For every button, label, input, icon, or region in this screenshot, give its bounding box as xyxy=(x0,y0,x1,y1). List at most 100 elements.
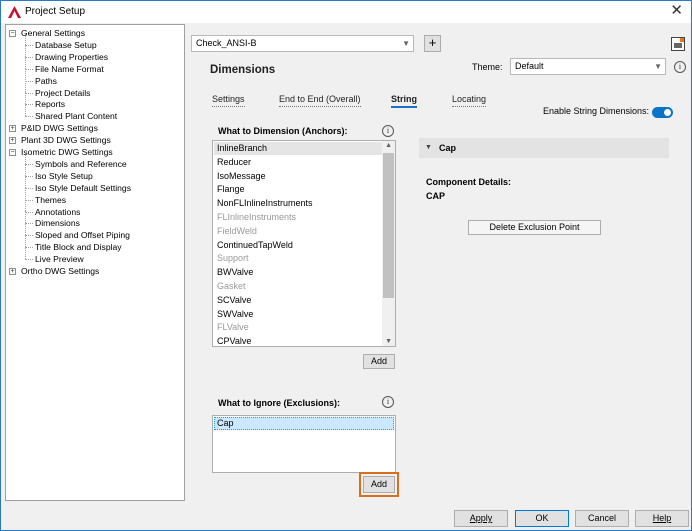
component-details-label: Component Details: xyxy=(426,177,512,187)
tree-item[interactable]: Dimensions xyxy=(35,217,80,229)
tree-item[interactable]: Reports xyxy=(35,98,65,110)
ok-button[interactable]: OK xyxy=(515,510,569,527)
tree-item[interactable]: Annotations xyxy=(35,206,80,218)
list-item-selected[interactable] xyxy=(214,417,394,430)
tree-connector xyxy=(25,175,26,188)
preview-icon[interactable] xyxy=(671,37,685,51)
tree-item[interactable]: Drawing Properties xyxy=(35,51,108,63)
apply-label: Apply xyxy=(469,513,493,523)
tab-settings[interactable]: Settings xyxy=(212,94,245,107)
tree-item[interactable]: Iso Style Default Settings xyxy=(35,182,131,194)
close-icon[interactable]: ✕ xyxy=(670,3,683,19)
tree-item-label: Plant 3D DWG Settings xyxy=(21,135,111,146)
tree-item-label: P&ID DWG Settings xyxy=(21,123,98,134)
tree-item[interactable]: File Name Format xyxy=(35,63,104,75)
theme-info-icon[interactable]: i xyxy=(674,61,686,73)
cap-section-header[interactable]: ▼ Cap xyxy=(419,138,669,158)
collapse-icon[interactable]: − xyxy=(9,29,16,37)
theme-combo[interactable]: Default ▼ xyxy=(510,58,666,75)
anchor-item[interactable]: SCValve xyxy=(217,294,251,307)
anchor-item[interactable]: InlineBranch xyxy=(217,142,267,155)
cancel-button[interactable]: Cancel xyxy=(575,510,629,527)
expand-icon[interactable]: + xyxy=(9,136,16,144)
help-label: Help xyxy=(652,513,672,523)
help-button[interactable]: Help xyxy=(635,510,689,527)
dimension-style-combo[interactable]: Check_ANSI-B ▼ xyxy=(191,35,414,52)
anchors-info-icon[interactable]: i xyxy=(382,125,394,137)
page-title: Dimensions xyxy=(210,64,276,76)
tab-string[interactable]: String xyxy=(391,94,417,108)
scroll-thumb[interactable] xyxy=(383,153,394,298)
collapse-icon[interactable]: − xyxy=(9,148,16,156)
scroll-down-icon[interactable]: ▼ xyxy=(385,338,392,345)
anchors-title: What to Dimension (Anchors): xyxy=(218,126,348,136)
anchors-scrollbar[interactable]: ▲ ▼ xyxy=(382,141,395,346)
tree-connector xyxy=(25,175,33,177)
tree-item[interactable]: Live Preview xyxy=(35,253,84,265)
anchor-item[interactable]: IsoMessage xyxy=(217,170,266,183)
tree-connector xyxy=(25,92,26,105)
tree-connector xyxy=(25,32,26,45)
tree-item[interactable]: Iso Style Setup xyxy=(35,170,93,182)
tree-item[interactable]: Plant 3D DWG Settings xyxy=(21,134,111,146)
tree-item[interactable]: Shared Plant Content xyxy=(35,110,117,122)
tree-connector xyxy=(25,80,26,93)
tree-connector xyxy=(25,199,26,212)
component-details-value: CAP xyxy=(426,191,446,201)
settings-tree[interactable]: − General Settings Database Setup Drawing P… xyxy=(5,24,185,501)
tree-item[interactable]: Database Setup xyxy=(35,39,97,51)
exclusions-list[interactable]: Cap xyxy=(212,415,396,473)
anchor-item[interactable]: FLValve xyxy=(217,321,249,334)
tab-locating[interactable]: Locating xyxy=(452,94,487,107)
anchors-list[interactable]: ▲ ▼ InlineBranch Reducer IsoMessage Flange N… xyxy=(212,140,396,347)
theme-value: Default xyxy=(515,61,544,71)
anchor-item[interactable]: Reducer xyxy=(217,156,251,169)
scroll-up-icon[interactable]: ▲ xyxy=(385,142,392,149)
tree-connector xyxy=(25,247,33,249)
project-setup-window: Project Setup ✕ − General Settings Databas… xyxy=(0,0,692,531)
cap-section-title: Cap xyxy=(439,143,457,153)
tab-end-to-end[interactable]: End to End (Overall) xyxy=(279,94,361,107)
exclusion-item[interactable]: Cap xyxy=(217,417,234,430)
add-anchor-button[interactable]: Add xyxy=(363,354,395,369)
tree-connector xyxy=(25,80,33,82)
tree-item-label: Annotations xyxy=(35,206,81,217)
anchor-item[interactable]: BWValve xyxy=(217,266,253,279)
anchor-item[interactable]: FLInlineInstruments xyxy=(217,211,296,224)
anchor-item[interactable]: Flange xyxy=(217,183,245,196)
exclusions-info-icon[interactable]: i xyxy=(382,396,394,408)
tree-item[interactable]: Paths xyxy=(35,75,57,87)
tree-item[interactable]: Sloped and Offset Piping xyxy=(35,229,130,241)
delete-exclusion-point-button[interactable]: Delete Exclusion Point xyxy=(468,220,601,235)
tree-item[interactable]: Themes xyxy=(35,194,66,206)
window-title: Project Setup xyxy=(25,6,86,17)
tree-item[interactable]: Ortho DWG Settings xyxy=(21,265,99,277)
expand-icon[interactable]: + xyxy=(9,124,16,132)
tree-item-label: Isometric DWG Settings xyxy=(21,147,113,157)
tree-item-label: Symbols and Reference xyxy=(35,158,127,169)
add-exclusion-button[interactable]: Add xyxy=(363,476,395,493)
anchor-item[interactable]: Gasket xyxy=(217,280,246,293)
tree-item[interactable]: Project Details xyxy=(35,87,90,99)
anchor-item[interactable]: NonFLInlineInstruments xyxy=(217,197,313,210)
anchor-item[interactable]: CPValve xyxy=(217,335,251,346)
tree-connector xyxy=(25,211,26,224)
apply-button[interactable]: Apply xyxy=(454,510,508,527)
anchor-item[interactable]: FieldWeld xyxy=(217,225,257,238)
enable-string-toggle[interactable] xyxy=(652,107,673,118)
tree-connector xyxy=(25,223,26,236)
tree-item[interactable]: Symbols and Reference xyxy=(35,158,127,170)
expand-icon[interactable]: + xyxy=(9,267,16,275)
anchor-item[interactable]: Support xyxy=(217,252,249,265)
tree-item[interactable]: Isometric DWG Settings xyxy=(21,146,113,158)
tree-item[interactable]: General Settings xyxy=(21,27,85,39)
tree-item[interactable]: P&ID DWG Settings xyxy=(21,122,98,134)
anchor-item[interactable]: SWValve xyxy=(217,308,253,321)
tree-item-label: Paths xyxy=(35,75,57,86)
add-style-button[interactable]: + xyxy=(424,35,441,52)
autocad-logo-icon xyxy=(8,6,21,18)
anchor-item[interactable]: ContinuedTapWeld xyxy=(217,239,293,252)
tree-connector xyxy=(25,163,26,176)
chevron-down-icon: ▼ xyxy=(402,39,410,48)
tree-item[interactable]: Title Block and Display xyxy=(35,241,122,253)
